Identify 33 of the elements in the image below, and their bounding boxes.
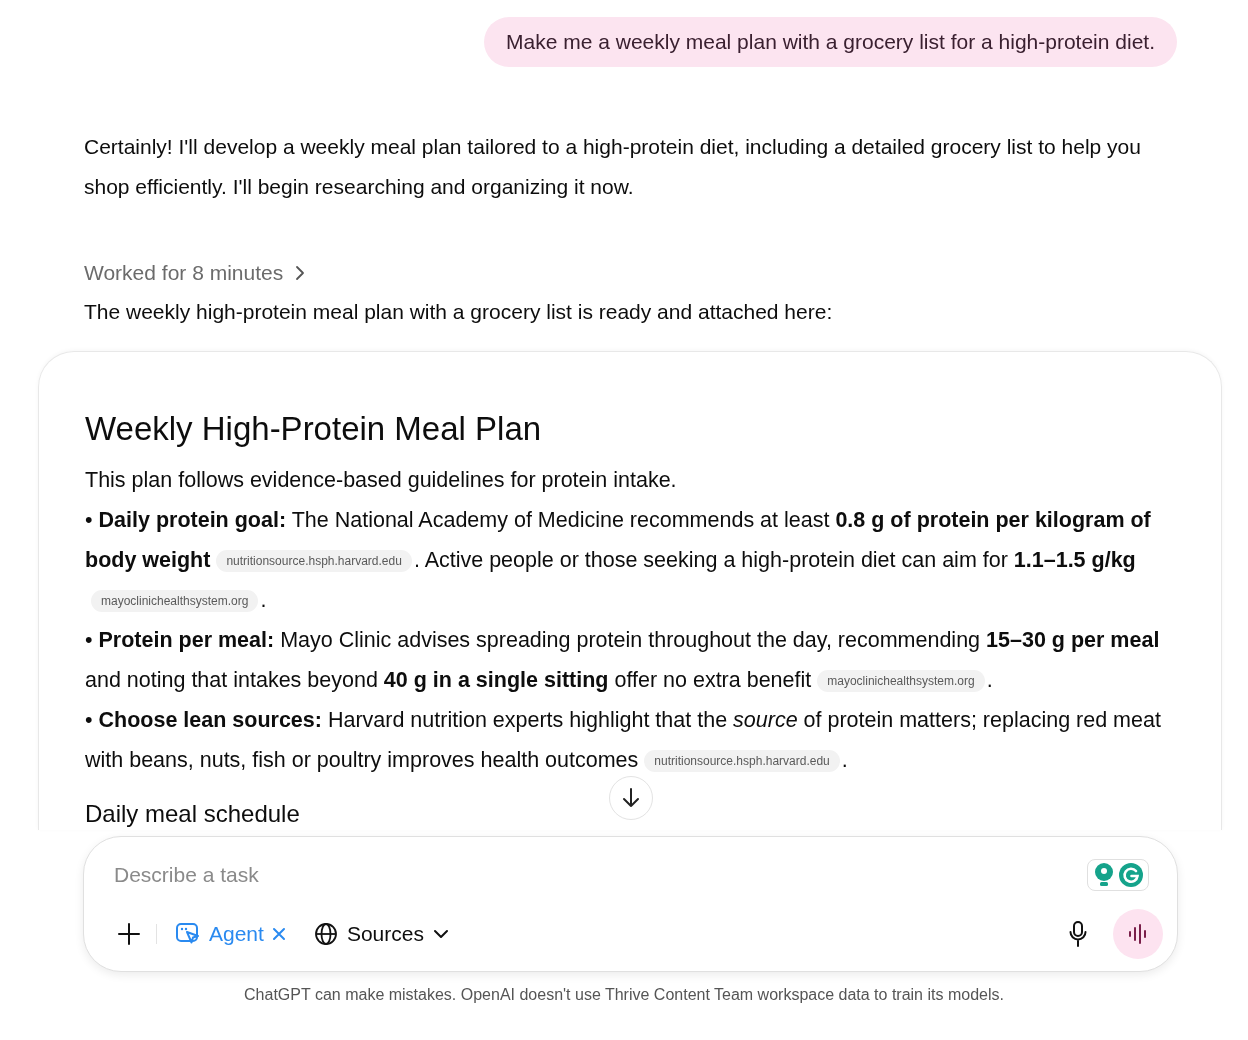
lightbulb-icon — [1092, 862, 1116, 888]
globe-icon — [313, 922, 338, 946]
sound-wave-icon — [1127, 924, 1149, 944]
voice-mode-button[interactable] — [1113, 909, 1163, 959]
scroll-down-button[interactable] — [609, 776, 653, 820]
citation-link[interactable]: mayoclinichealthsystem.org — [91, 590, 259, 612]
remove-tool-button[interactable] — [271, 927, 286, 941]
agent-tool-button[interactable]: Agent — [175, 922, 264, 946]
assistant-message: The weekly high-protein meal plan with a grocery list is ready and attached here: — [84, 299, 834, 325]
document-paragraph: • Protein per meal: Mayo Clinic advises spreading protein throughout the day, recommending 15–30 g per meal and noting that intakes beyond 40 g in a single sitting offer no extra benefit mayoclinichealthsystem.org . — [85, 627, 1161, 694]
task-input-field[interactable]: Describe a task — [114, 859, 1087, 891]
extension-badge[interactable] — [1087, 859, 1149, 891]
cursor-window-icon — [175, 922, 201, 946]
document-title: Weekly High-Protein Meal Plan — [85, 410, 543, 448]
plus-icon — [118, 923, 140, 945]
g-logo-icon — [1118, 862, 1144, 888]
sources-dropdown[interactable]: Sources — [313, 922, 449, 946]
chevron-down-icon — [432, 929, 449, 939]
worked-for-toggle[interactable]: Worked for 8 minutes — [84, 261, 284, 285]
citation-link[interactable]: mayoclinichealthsystem.org — [817, 670, 985, 692]
chevron-right-icon — [295, 265, 306, 281]
section-heading: Daily meal schedule — [85, 800, 301, 828]
document-paragraph: • Daily protein goal: The National Academy of Medicine recommends at least 0.8 g of protein per kilogram of body weight nutritionsource.hsph.harvard.edu . Active people or those seeking a high-protein diet can aim for 1.1–1.5 g/kg mayoclinichealthsystem.org . — [85, 507, 1152, 614]
citation-link[interactable]: nutritionsource.hsph.harvard.edu — [644, 750, 840, 772]
close-icon — [271, 927, 286, 941]
document-paragraph: • Choose lean sources: Harvard nutrition experts highlight that the source of protein matters; replacing red meat with beans, nuts, fish or poultry improves health outcomes nutritionsource.hsph.harvard.edu . — [85, 707, 1162, 774]
microphone-icon — [1069, 921, 1087, 947]
document-paragraph: This plan follows evidence-based guidelines for protein intake. — [85, 467, 678, 494]
arrow-down-icon — [622, 787, 640, 809]
assistant-message: Certainly! I'll develop a weekly meal plan tailored to a high-protein diet, including a detailed grocery list to help you shop efficiently. I'll begin researching and organizing it now. — [84, 134, 1142, 200]
citation-link[interactable]: nutritionsource.hsph.harvard.edu — [216, 550, 412, 572]
disclaimer: ChatGPT can make mistakes. OpenAI doesn't use Thrive Content Team workspace data to train its models. — [243, 986, 1005, 1004]
user-message: Make me a weekly meal plan with a grocery list for a high-protein diet. — [484, 17, 1177, 67]
